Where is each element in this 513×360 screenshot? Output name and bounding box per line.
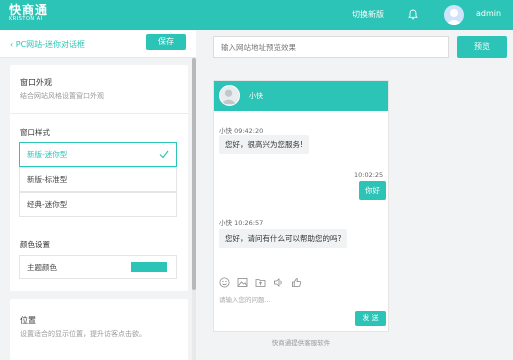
theme-color-row[interactable]: 主题颜色 xyxy=(19,255,177,279)
logo: 快商通 KRISTON AI xyxy=(9,4,48,22)
settings-header: ‹ PC网站-迷你对话框 保存 xyxy=(0,30,196,58)
user-avatar-icon[interactable] xyxy=(444,5,464,25)
thumbs-up-icon[interactable] xyxy=(291,277,302,288)
top-bar: 快商通 KRISTON AI 切换新版 admin xyxy=(0,0,513,30)
chat-window-preview: 小快 小快 09:42:20 您好，很高兴为您服务! 10:02:25 你好 小… xyxy=(213,80,389,332)
style-option-label: 新版-迷你型 xyxy=(27,150,68,159)
logo-text: 快商通 xyxy=(9,3,49,17)
color-settings-label: 颜色设置 xyxy=(20,240,50,249)
window-style-label: 窗口样式 xyxy=(20,128,50,137)
preview-button[interactable]: 预览 xyxy=(457,36,507,58)
save-button[interactable]: 保存 xyxy=(146,34,186,50)
position-card: 位置 设置适合的显示位置，提升访客点击欲。 xyxy=(10,299,188,360)
section-desc-position: 设置适合的显示位置，提升访客点击欲。 xyxy=(20,330,146,338)
logo-subtext: KRISTON AI xyxy=(9,16,43,22)
agent-avatar-icon xyxy=(219,85,240,106)
theme-color-label: 主题颜色 xyxy=(27,263,57,272)
url-input[interactable] xyxy=(213,36,449,58)
bell-icon[interactable] xyxy=(408,9,418,20)
style-option-label: 新版-标准型 xyxy=(27,175,68,184)
message-meta: 小快 09:42:20 xyxy=(219,127,264,135)
chat-toolbar xyxy=(219,277,329,289)
back-label: PC网站-迷你对话框 xyxy=(15,40,86,49)
check-icon xyxy=(159,150,169,159)
section-title-window-look: 窗口外观 xyxy=(20,78,52,87)
chat-input[interactable]: 请输入您的问题... xyxy=(219,294,271,304)
send-button[interactable]: 发 送 xyxy=(355,311,386,326)
powered-by-note: 快商通提供客服软件 xyxy=(271,339,331,347)
message-bubble-agent: 您好，很高兴为您服务! xyxy=(219,135,310,154)
back-link[interactable]: ‹ PC网站-迷你对话框 xyxy=(10,39,85,50)
style-option-new-mini[interactable]: 新版-迷你型 xyxy=(19,142,177,167)
theme-color-swatch[interactable] xyxy=(131,262,167,272)
message-meta: 小快 10:26:57 xyxy=(219,219,264,227)
switch-version-link[interactable]: 切换新版 xyxy=(352,9,384,20)
section-title-position: 位置 xyxy=(20,316,36,325)
agent-name: 小快 xyxy=(249,92,263,100)
message-meta: 10:02:25 xyxy=(354,171,384,179)
window-look-card: 窗口外观 结合网站风格设置窗口外观 窗口样式 新版-迷你型 新版-标准型 经典-… xyxy=(10,65,188,291)
section-desc-window-look: 结合网站风格设置窗口外观 xyxy=(20,92,104,100)
username[interactable]: admin xyxy=(476,9,501,18)
emoji-icon[interactable] xyxy=(219,277,230,288)
preview-panel: 预览 小快 小快 09:42:20 您好，很高兴为您服务! 10:02:25 你… xyxy=(196,30,513,360)
message-bubble-user: 你好 xyxy=(359,181,386,200)
divider xyxy=(10,113,188,114)
message-bubble-agent: 您好，请问有什么可以帮助您的吗? xyxy=(219,229,348,248)
folder-upload-icon[interactable] xyxy=(255,277,266,288)
style-option-new-standard[interactable]: 新版-标准型 xyxy=(19,167,177,192)
sound-icon[interactable] xyxy=(273,277,284,288)
chat-header: 小快 xyxy=(214,81,388,111)
style-option-label: 经典-迷你型 xyxy=(27,200,68,209)
image-icon[interactable] xyxy=(237,277,248,288)
style-option-classic-mini[interactable]: 经典-迷你型 xyxy=(19,192,177,217)
settings-panel: 窗口外观 结合网站风格设置窗口外观 窗口样式 新版-迷你型 新版-标准型 经典-… xyxy=(0,58,196,360)
